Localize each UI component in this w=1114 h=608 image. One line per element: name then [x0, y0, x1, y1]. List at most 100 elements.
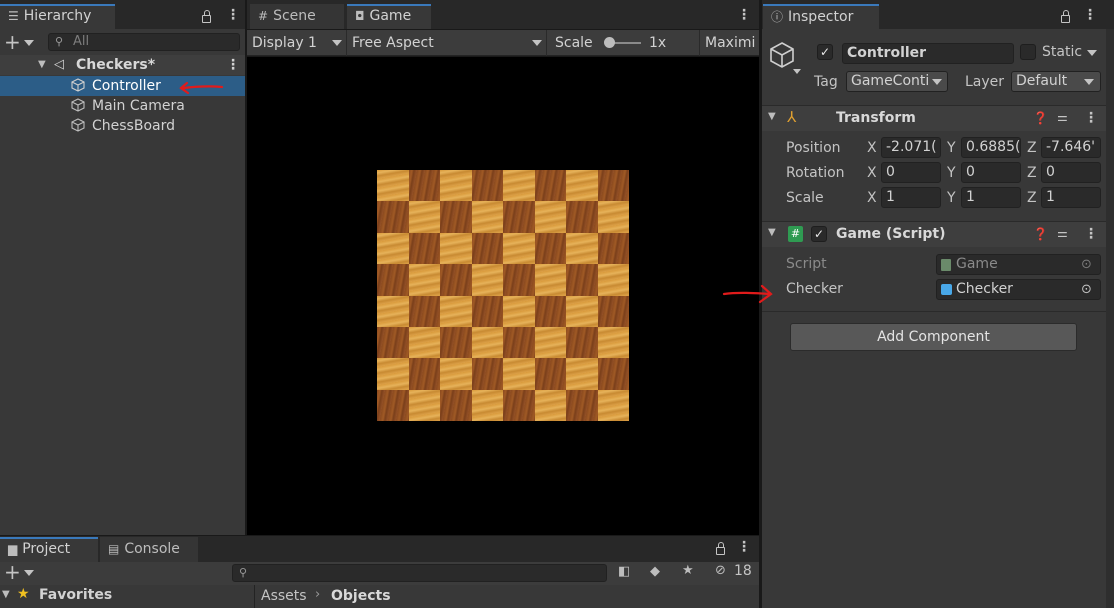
position-y-field[interactable]: 0.6885(: [961, 137, 1021, 158]
maximize-toggle[interactable]: Maximi: [700, 30, 760, 56]
position-z-field[interactable]: -7.646': [1041, 137, 1101, 158]
game-script-header[interactable]: ▼ # ✓ Game (Script) ❓ ⚌ ⋮: [762, 221, 1106, 247]
lock-icon[interactable]: [202, 10, 211, 23]
tab-scene[interactable]: # Scene: [250, 4, 344, 29]
divider: [762, 311, 1106, 312]
more-options-icon[interactable]: ⋮: [1083, 7, 1097, 23]
tag-dropdown[interactable]: GameConti: [846, 71, 948, 92]
add-component-button[interactable]: Add Component: [790, 323, 1077, 351]
list-icon: ☰: [8, 9, 19, 23]
search-input[interactable]: ⚲ All: [48, 33, 240, 51]
board-square: [503, 201, 535, 233]
foldout-arrow-icon[interactable]: ▼: [768, 111, 776, 122]
object-picker-icon[interactable]: ⊙: [1081, 280, 1092, 299]
board-square: [377, 170, 409, 202]
rotation-x-field[interactable]: 0: [881, 162, 941, 183]
scene-options-icon[interactable]: ⋮: [226, 55, 240, 75]
board-square: [597, 389, 629, 421]
tab-scene-label: Scene: [273, 8, 316, 24]
board-square: [377, 389, 409, 421]
board-square: [534, 264, 566, 296]
tab-game[interactable]: ◘ Game: [347, 4, 431, 29]
hierarchy-item-main-camera[interactable]: Main Camera: [0, 96, 245, 116]
transform-header[interactable]: ▼ ⅄ Transform ❓ ⚌ ⋮: [762, 105, 1106, 131]
axis-x-label: X: [867, 140, 877, 156]
checker-field[interactable]: Checker ⊙: [936, 279, 1101, 300]
chevron-down-icon[interactable]: [24, 570, 34, 576]
hierarchy-item-label: ChessBoard: [92, 118, 175, 134]
preset-sliders-icon[interactable]: ⚌: [1057, 226, 1068, 240]
aspect-dropdown[interactable]: Free Aspect: [347, 30, 547, 56]
chevron-down-icon[interactable]: [24, 40, 34, 46]
scale-y-field[interactable]: 1: [961, 187, 1021, 208]
expand-arrow-icon[interactable]: ▼: [38, 55, 46, 75]
game-script-title: Game (Script): [836, 226, 946, 242]
breadcrumb-objects[interactable]: Objects: [331, 588, 391, 604]
chevron-down-icon[interactable]: [1087, 50, 1097, 56]
folder-icon: ▆: [8, 542, 18, 556]
create-button[interactable]: +: [4, 562, 21, 582]
star-icon[interactable]: ★: [682, 563, 694, 578]
favorites-row[interactable]: ▼ ★ Favorites: [0, 585, 254, 608]
script-file-icon: [941, 259, 951, 271]
board-square: [377, 326, 409, 359]
inspector-scrollbar[interactable]: [1106, 29, 1114, 608]
board-square: [377, 264, 409, 296]
breadcrumb-assets[interactable]: Assets: [261, 588, 307, 604]
lock-icon[interactable]: [716, 542, 725, 555]
static-checkbox[interactable]: [1020, 44, 1036, 60]
info-icon: ⓘ: [771, 10, 784, 24]
lock-icon[interactable]: [1061, 10, 1070, 23]
more-options-icon[interactable]: ⋮: [737, 539, 751, 555]
active-checkbox[interactable]: ✓: [817, 44, 833, 60]
board-square: [471, 264, 503, 296]
add-component-label: Add Component: [877, 329, 990, 345]
rotation-z-field[interactable]: 0: [1041, 162, 1101, 183]
project-search-input[interactable]: ⚲: [232, 564, 607, 582]
more-options-icon[interactable]: ⋮: [1084, 226, 1098, 242]
preset-sliders-icon[interactable]: ⚌: [1057, 110, 1068, 124]
rotation-y-field[interactable]: 0: [961, 162, 1021, 183]
object-name-field[interactable]: Controller: [842, 43, 1014, 64]
more-options-icon[interactable]: ⋮: [226, 7, 240, 23]
scale-slider-handle[interactable]: [604, 37, 615, 48]
tab-project[interactable]: ▆ Project: [0, 537, 98, 562]
tab-hierarchy[interactable]: ☰ Hierarchy: [0, 4, 115, 29]
create-button[interactable]: +: [4, 32, 21, 52]
position-x-field[interactable]: -2.071(: [881, 137, 941, 158]
board-square: [408, 326, 440, 359]
annotation-arrow-right: [722, 284, 773, 304]
display-dropdown[interactable]: Display 1: [247, 30, 347, 56]
board-square: [566, 201, 598, 233]
maximize-label: Maximi: [705, 35, 756, 51]
more-options-icon[interactable]: ⋮: [1084, 110, 1098, 126]
help-icon[interactable]: ❓: [1033, 111, 1048, 125]
more-options-icon[interactable]: ⋮: [737, 7, 751, 23]
tag-value: GameConti: [851, 73, 930, 89]
axis-z-label: Z: [1027, 165, 1037, 181]
hidden-packages-icon[interactable]: ⊘: [715, 563, 726, 578]
tab-console[interactable]: ▤ Console: [100, 537, 198, 562]
help-icon[interactable]: ❓: [1033, 227, 1048, 241]
expand-arrow-icon[interactable]: ▼: [2, 589, 10, 600]
scale-z-field[interactable]: 1: [1041, 187, 1101, 208]
tab-game-label: Game: [369, 8, 412, 24]
chevron-down-icon[interactable]: [793, 69, 801, 74]
hierarchy-item-chessboard[interactable]: ChessBoard: [0, 116, 245, 136]
scene-row[interactable]: ▼ ◁ Checkers* ⋮: [0, 55, 245, 75]
scale-x-field[interactable]: 1: [881, 187, 941, 208]
filter-by-type-icon[interactable]: ◧: [618, 564, 630, 579]
board-square: [440, 170, 472, 202]
board-square: [534, 170, 566, 202]
board-square: [566, 232, 598, 265]
label-tag-icon[interactable]: ◆: [650, 564, 660, 579]
hierarchy-item-controller[interactable]: Controller: [0, 76, 245, 96]
aspect-dropdown-value: Free Aspect: [352, 35, 434, 51]
board-square: [440, 389, 472, 421]
foldout-arrow-icon[interactable]: ▼: [768, 227, 776, 238]
chevron-down-icon: [932, 79, 942, 85]
prefab-cube-icon: [941, 284, 952, 295]
tab-inspector[interactable]: ⓘ Inspector: [763, 4, 879, 29]
layer-dropdown[interactable]: Default: [1011, 71, 1101, 92]
script-enabled-checkbox[interactable]: ✓: [811, 226, 827, 242]
